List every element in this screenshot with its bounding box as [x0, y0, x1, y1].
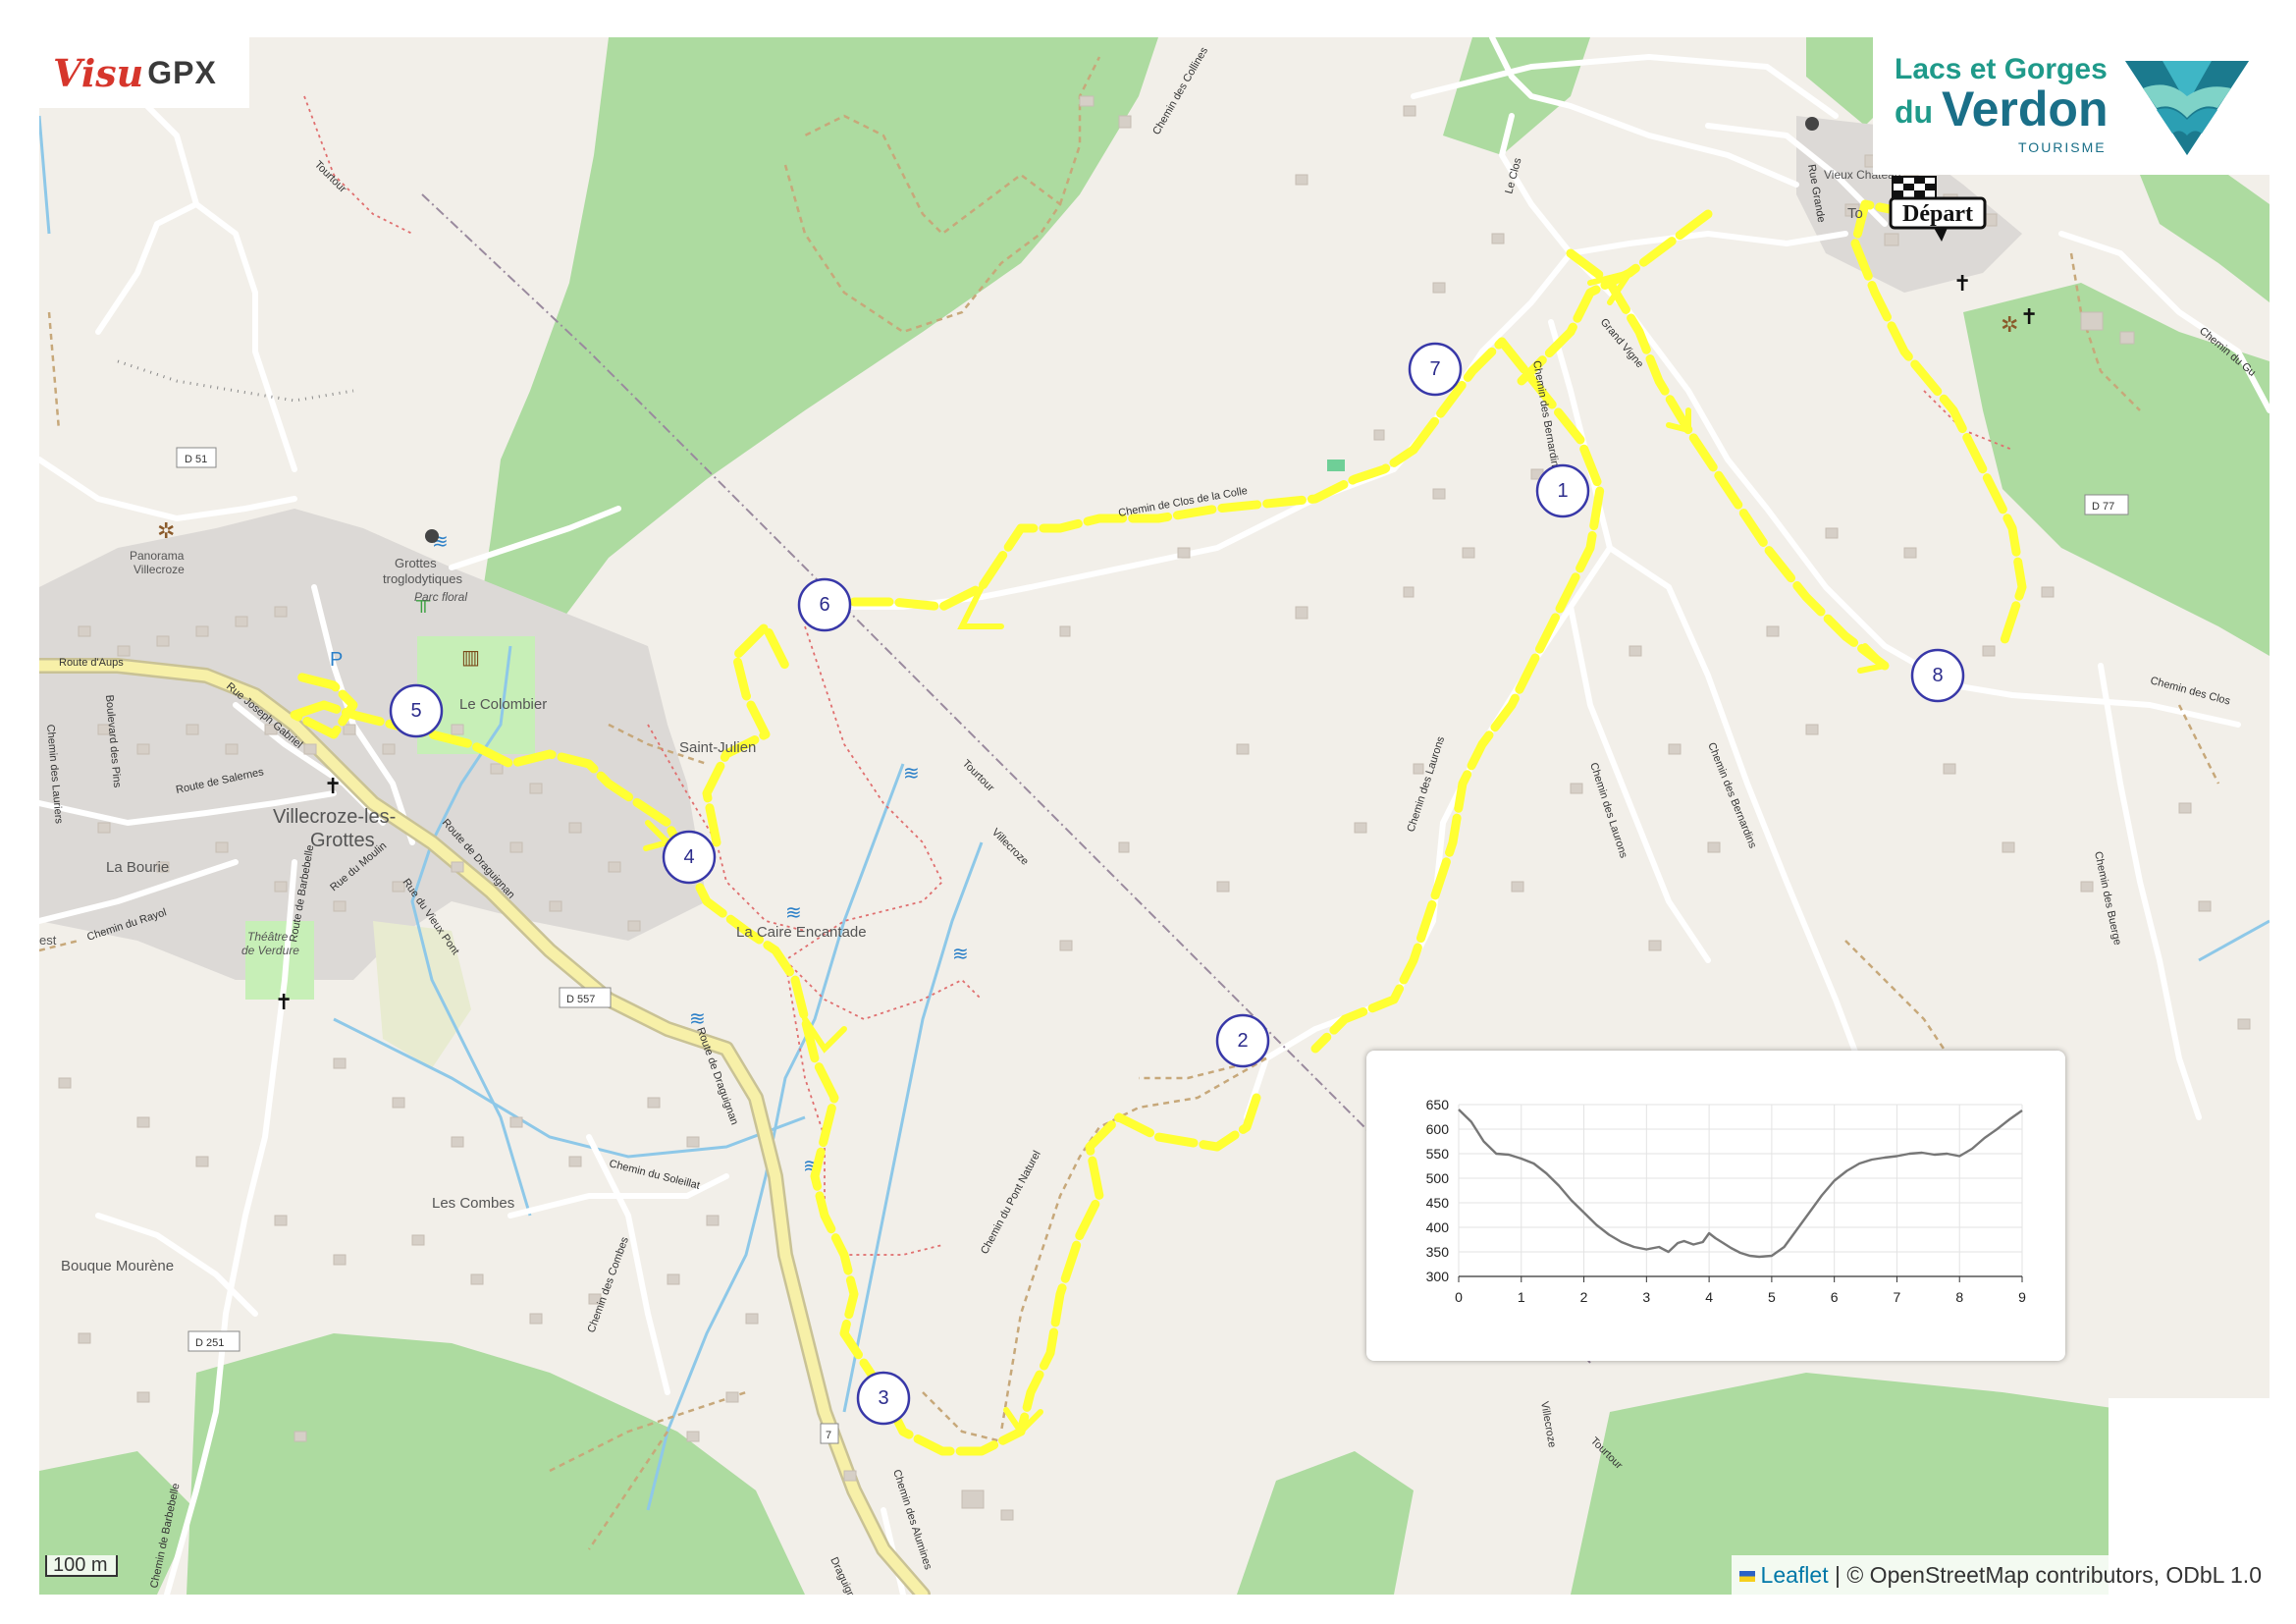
- spring-icon-3: ≋: [952, 944, 969, 965]
- y-tick-label: 350: [1426, 1244, 1450, 1260]
- waypoint-1[interactable]: 1: [1535, 463, 1590, 518]
- verdon-tourisme-logo: Lacs et Gorges du Verdon TOURISME: [1873, 37, 2269, 175]
- label-village-1: Villecroze-les-: [273, 806, 396, 828]
- x-tick-label: 0: [1455, 1289, 1463, 1305]
- label-la-bourie: La Bourie: [106, 859, 169, 876]
- ukraine-flag-icon: [1738, 1571, 1755, 1583]
- cave-icon-2: [1805, 117, 1819, 131]
- map-canvas[interactable]: ✲ ≋ ╥ ▥ ✝ ✝ P ≋ ≋ ≋ ≋ ≋ ✝ ✝ ✲ D 51 D 557…: [39, 37, 2269, 1595]
- waypoint-5[interactable]: 5: [389, 683, 444, 738]
- spring-icon: ≋: [903, 763, 920, 785]
- x-tick-label: 2: [1580, 1289, 1588, 1305]
- church-icon-2: ✝: [275, 990, 293, 1014]
- label-la-caire: La Caire Encantade: [736, 924, 867, 941]
- scale-bar: 100 m: [45, 1555, 118, 1577]
- y-tick-label: 500: [1426, 1170, 1450, 1186]
- chart-lines: [1458, 1109, 2023, 1259]
- label-theatre-2: de Verdure: [241, 944, 299, 957]
- map-view[interactable]: ✲ ≋ ╥ ▥ ✝ ✝ P ≋ ≋ ≋ ≋ ≋ ✝ ✝ ✲ D 51 D 557…: [39, 37, 2269, 1595]
- logo-verdon-tourisme: TOURISME: [2018, 139, 2107, 155]
- attribution-text: | © OpenStreetMap contributors, ODbL 1.0: [1828, 1562, 2262, 1588]
- label-d77: D 77: [2092, 501, 2114, 513]
- x-tick-label: 9: [2018, 1289, 2026, 1305]
- label-les-combes: Les Combes: [432, 1195, 514, 1212]
- label-grottes-2: troglodytiques: [383, 571, 462, 586]
- spring-icon-2: ≋: [785, 902, 802, 924]
- church-icon-4: ✝: [2020, 304, 2038, 329]
- waypoint-7[interactable]: 7: [1408, 342, 1463, 397]
- y-tick-label: 300: [1426, 1269, 1450, 1284]
- label-grottes-1: Grottes: [395, 556, 437, 570]
- x-tick-label: 8: [1955, 1289, 1963, 1305]
- church-icon: ✝: [324, 774, 342, 798]
- x-tick-label: 7: [1894, 1289, 1901, 1305]
- label-d51: D 51: [185, 454, 207, 465]
- waypoint-label: 2: [1237, 1030, 1248, 1052]
- label-saint-julien: Saint-Julien: [679, 739, 756, 756]
- waypoint-6[interactable]: 6: [797, 577, 852, 632]
- label-theatre-1: Théâtre: [247, 930, 289, 944]
- x-tick-label: 4: [1705, 1289, 1713, 1305]
- waypoint-label: 3: [878, 1387, 888, 1409]
- label-route-aups: Route d'Aups: [59, 657, 124, 669]
- logo-visu-text: Visu: [53, 50, 144, 95]
- start-label: Départ: [1902, 201, 1973, 227]
- label-d557: D 557: [566, 994, 595, 1005]
- label-village-2: Grottes: [310, 830, 375, 851]
- visugpx-logo: Visu GPX: [39, 37, 249, 108]
- x-tick-label: 1: [1518, 1289, 1525, 1305]
- parking-icon: P: [330, 649, 343, 671]
- elevation-series-line: [1458, 1109, 2023, 1259]
- x-tick-label: 3: [1642, 1289, 1650, 1305]
- verdon-v-icon: [2125, 61, 2249, 155]
- label-d251: D 251: [195, 1337, 224, 1349]
- y-tick-label: 650: [1426, 1097, 1450, 1112]
- label-bouque: Bouque Mourène: [61, 1258, 174, 1274]
- viewpoint-icon-2: ✲: [2001, 312, 2018, 337]
- elevation-chart: 300 350 400 450 500 550 600 650 0 1 2 3 4 5 6 7 8 9: [1426, 1097, 2026, 1305]
- waypoint-4[interactable]: 4: [662, 830, 717, 885]
- church-icon-3: ✝: [1953, 271, 1971, 296]
- y-tick-label: 550: [1426, 1146, 1450, 1162]
- label-panorama-1: Panorama: [130, 549, 185, 563]
- label-parc: Parc floral: [414, 590, 467, 604]
- pool-icon: [1327, 460, 1345, 471]
- waypoint-8[interactable]: 8: [1910, 648, 1965, 703]
- logo-gpx-text: GPX: [147, 54, 217, 90]
- waypoint-label: 8: [1932, 665, 1943, 686]
- chart-grid: [1458, 1104, 2023, 1277]
- label-est: est: [39, 933, 57, 947]
- label-panorama-2: Villecroze: [133, 563, 185, 576]
- cave-icon: [425, 529, 439, 543]
- y-tick-label: 450: [1426, 1195, 1450, 1211]
- x-tick-label: 5: [1768, 1289, 1776, 1305]
- scale-label: 100 m: [53, 1554, 108, 1576]
- viewpoint-icon: ✲: [157, 518, 175, 543]
- waypoint-label: 5: [410, 700, 421, 722]
- waypoint-label: 4: [683, 846, 694, 868]
- leaflet-link[interactable]: Leaflet: [1761, 1562, 1829, 1588]
- label-tourtour: To: [1847, 205, 1863, 222]
- map-attribution: Leaflet | © OpenStreetMap contributors, …: [1731, 1555, 2269, 1595]
- label-le-colombier: Le Colombier: [459, 696, 547, 713]
- library-icon: ▥: [461, 647, 480, 669]
- pin-icon: [1934, 228, 1948, 242]
- waypoint-2[interactable]: 2: [1215, 1013, 1270, 1068]
- logo-verdon-name: Verdon: [1942, 81, 2109, 136]
- waypoint-label: 7: [1429, 358, 1440, 380]
- waypoint-label: 1: [1557, 480, 1568, 502]
- waypoint-3[interactable]: 3: [856, 1371, 911, 1426]
- y-tick-label: 600: [1426, 1121, 1450, 1137]
- waypoint-label: 6: [819, 594, 829, 616]
- logo-verdon-du: du: [1895, 94, 1934, 130]
- chart-ticks: 300 350 400 450 500 550 600 650 0 1 2 3 4 5 6 7 8 9: [1426, 1097, 2026, 1305]
- y-tick-label: 400: [1426, 1219, 1450, 1235]
- x-tick-label: 6: [1831, 1289, 1839, 1305]
- elevation-profile: 300 350 400 450 500 550 600 650 0 1 2 3 4 5 6 7 8 9: [1366, 1051, 2065, 1361]
- label-d7: 7: [826, 1430, 831, 1441]
- start-flag[interactable]: Départ: [1887, 175, 1995, 245]
